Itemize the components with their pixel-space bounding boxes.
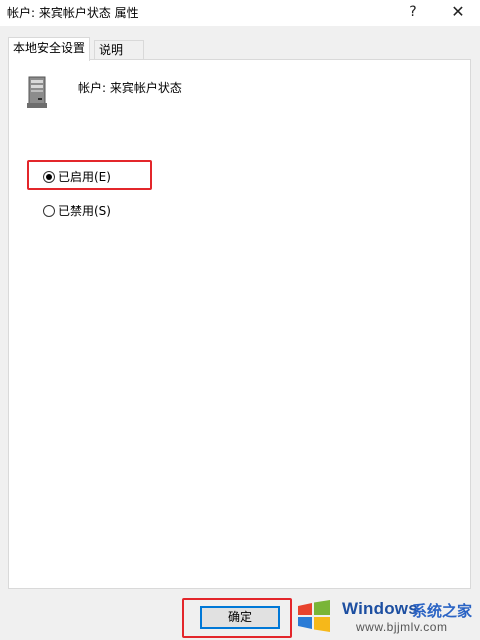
title-bar: 帐户: 来宾帐户状态 属性 ? ✕ [0,0,480,26]
tab-explain[interactable]: 说明 [94,40,144,60]
watermark-site-name: 系统之家 [412,602,473,620]
radio-button-unchecked[interactable] [43,204,55,217]
help-button[interactable]: ? [395,0,431,26]
watermark-url: www.bjjmlv.com [356,620,448,634]
radio-disabled-label: 已禁用(S) [58,204,111,218]
watermark: Windows 系统之家 www.bjjmlv.com [290,592,480,640]
radio-disabled[interactable]: 已禁用(S) [43,202,111,219]
window-title: 帐户: 来宾帐户状态 属性 [7,6,139,20]
tab-panel: 帐户: 来宾帐户状态 已启用(E) 已禁用(S) [8,59,471,589]
close-button[interactable]: ✕ [440,0,476,26]
highlight-box-enabled [27,160,152,190]
policy-name: 帐户: 来宾帐户状态 [78,81,182,95]
windows-logo-icon [298,600,330,632]
watermark-brand: Windows [342,599,418,618]
highlight-box-ok [182,598,292,638]
server-policy-icon [27,76,47,108]
tab-local-security-setting[interactable]: 本地安全设置 [8,37,90,61]
